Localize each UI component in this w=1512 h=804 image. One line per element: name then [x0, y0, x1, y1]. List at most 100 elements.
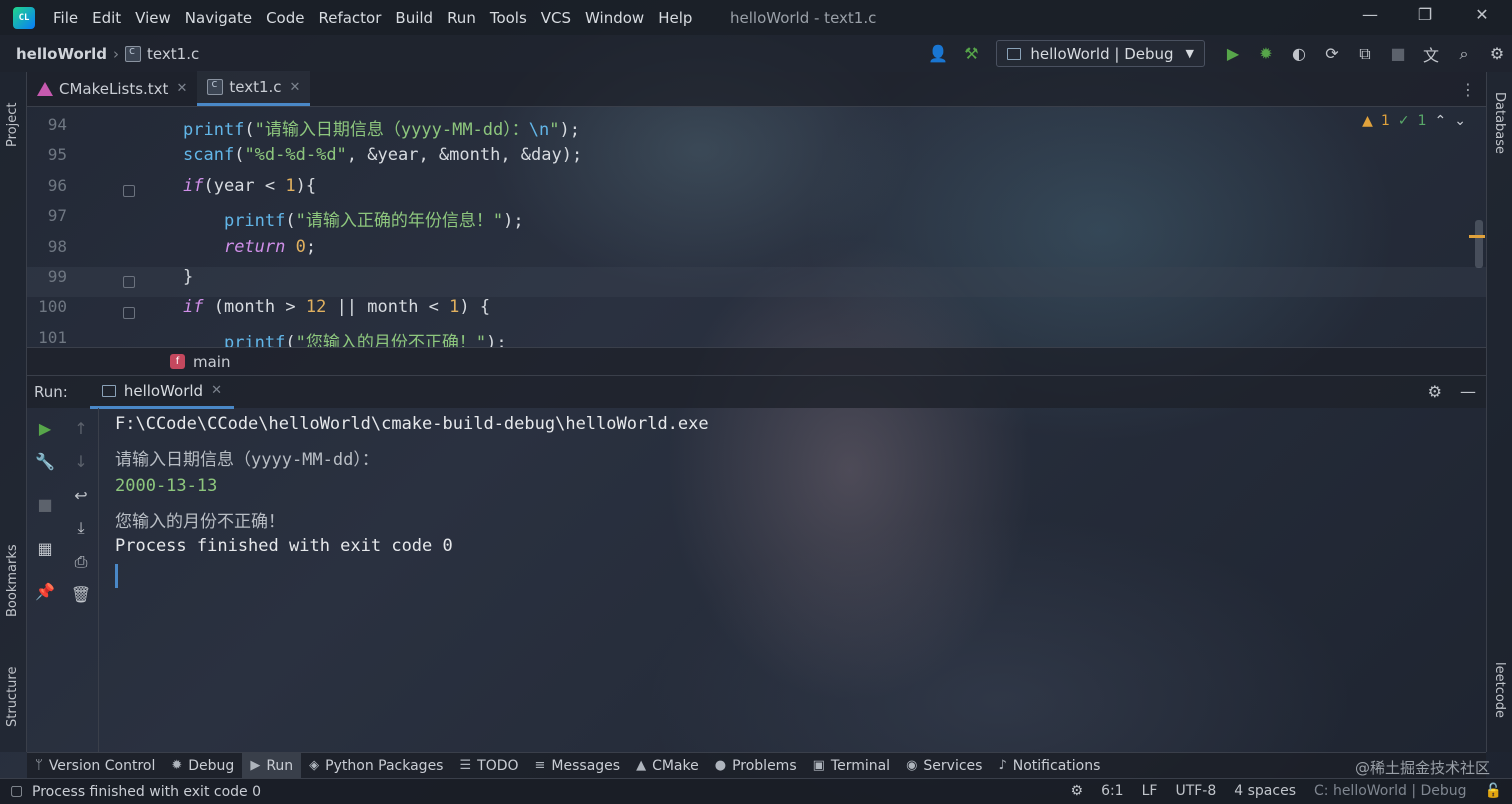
caret-position[interactable]: 6:1: [1101, 783, 1124, 799]
side-tab-database[interactable]: Database: [1492, 92, 1507, 154]
run-console[interactable]: F:\CCode\CCode\helloWorld\cmake-build-de…: [115, 408, 1485, 752]
code-token: if: [183, 297, 204, 318]
fold-marker-icon[interactable]: [123, 307, 135, 319]
run-configuration-select[interactable]: helloWorld | Debug ▼: [996, 40, 1205, 67]
chevron-down-icon[interactable]: ⌄: [1454, 113, 1466, 129]
tool-terminal[interactable]: ▣ Terminal: [805, 753, 898, 779]
tool-version-control[interactable]: ᛘ Version Control: [27, 753, 163, 779]
arrow-up-icon[interactable]: ↑: [71, 418, 91, 438]
line-number: 98: [47, 236, 67, 256]
scroll-to-end-icon[interactable]: ⤓: [71, 518, 91, 538]
toggle-panels-icon[interactable]: ▢: [10, 783, 23, 799]
breadcrumb-function[interactable]: main: [193, 353, 230, 371]
menu-file[interactable]: File: [53, 9, 78, 27]
side-tab-project[interactable]: Project: [5, 103, 20, 147]
tool-services[interactable]: ◉ Services: [898, 753, 990, 779]
side-tab-leetcode[interactable]: leetcode: [1492, 662, 1507, 718]
settings-gear-icon[interactable]: ⚙: [1428, 382, 1442, 401]
breadcrumb-file[interactable]: text1.c: [147, 45, 199, 63]
wrench-icon[interactable]: 🔧: [35, 451, 55, 471]
menu-navigate[interactable]: Navigate: [185, 9, 252, 27]
indent-setting[interactable]: 4 spaces: [1234, 783, 1296, 799]
user-icon[interactable]: 👤: [923, 39, 953, 69]
tab-text1-c[interactable]: text1.c ✕: [197, 71, 311, 106]
close-icon[interactable]: ✕: [290, 80, 301, 95]
menu-help[interactable]: Help: [658, 9, 692, 27]
translate-icon[interactable]: 文: [1416, 39, 1446, 69]
code-editor[interactable]: 94 95 96 97 98 99 100 101 printf("请输入日期信息（yyyy-M…: [27, 107, 1486, 347]
menu-edit[interactable]: Edit: [92, 9, 121, 27]
tool-run[interactable]: ▶ Run: [242, 752, 302, 779]
settings-gear-icon[interactable]: ⚙: [1482, 39, 1512, 69]
tab-cmakelists[interactable]: CMakeLists.txt ✕: [27, 71, 197, 106]
watermark-text: @稀土掘金技术社区: [1354, 759, 1490, 777]
restore-icon[interactable]: ❐: [1405, 5, 1445, 29]
tool-debug[interactable]: ✹ Debug: [163, 753, 242, 779]
side-tab-bookmarks[interactable]: Bookmarks: [5, 544, 20, 617]
arrow-down-icon[interactable]: ↓: [71, 451, 91, 471]
problems-icon: ●: [714, 758, 727, 773]
editor-scrollbar[interactable]: [1475, 220, 1483, 268]
side-tab-structure[interactable]: Structure: [5, 667, 20, 727]
code-token: 1: [449, 297, 460, 318]
debug-icon[interactable]: ✹: [1251, 39, 1281, 69]
stop-icon[interactable]: ■: [35, 494, 55, 514]
build-hammer-icon[interactable]: ⚒: [956, 39, 986, 69]
close-icon[interactable]: ✕: [211, 383, 222, 398]
warning-stripe-marker[interactable]: [1469, 235, 1485, 238]
trash-icon[interactable]: 🗑: [71, 584, 91, 604]
profile-icon[interactable]: ⟳: [1317, 39, 1347, 69]
more-options-icon[interactable]: ⋮: [1460, 80, 1476, 99]
menu-code[interactable]: Code: [266, 9, 304, 27]
console-line: 2000-13-13: [115, 476, 218, 496]
tool-cmake[interactable]: ▲ CMake: [628, 753, 707, 779]
code-token: 1: [285, 175, 296, 196]
run-icon[interactable]: ▶: [1218, 39, 1248, 69]
console-line: 请输入日期信息（yyyy-MM-dd）：: [115, 450, 379, 470]
code-token: printf: [183, 120, 245, 140]
tool-todo[interactable]: ☰ TODO: [451, 753, 526, 779]
fold-marker-icon[interactable]: [123, 185, 135, 197]
menu-window[interactable]: Window: [585, 9, 644, 27]
status-message[interactable]: Process finished with exit code 0: [32, 784, 261, 800]
lock-icon[interactable]: 🔓: [1485, 783, 1502, 799]
hide-panel-icon[interactable]: —: [1460, 382, 1476, 401]
menu-run[interactable]: Run: [447, 9, 476, 27]
minimize-icon[interactable]: —: [1350, 5, 1390, 29]
coverage-icon[interactable]: ◐: [1284, 39, 1314, 69]
stop-icon[interactable]: ■: [1383, 39, 1413, 69]
rerun-icon[interactable]: ▶: [35, 418, 55, 438]
print-icon[interactable]: ⎙: [71, 552, 91, 572]
resolve-context[interactable]: C: helloWorld | Debug: [1314, 783, 1467, 799]
layout-icon[interactable]: ▦: [35, 538, 55, 558]
tool-notifications[interactable]: ♪ Notifications: [990, 753, 1108, 779]
pin-icon[interactable]: 📌: [35, 581, 55, 601]
fold-marker-icon[interactable]: [123, 276, 135, 288]
run-tab-helloworld[interactable]: helloWorld ✕: [89, 376, 234, 409]
run-toolbar-secondary: ↑ ↓ ↩ ⤓ ⎙ 🗑: [63, 408, 99, 752]
tool-problems[interactable]: ● Problems: [707, 753, 805, 779]
chevron-up-icon[interactable]: ⌃: [1435, 113, 1447, 129]
tool-messages[interactable]: ≡ Messages: [527, 753, 629, 779]
bell-icon: ♪: [998, 758, 1007, 773]
search-icon[interactable]: ⌕: [1449, 39, 1479, 69]
menu-refactor[interactable]: Refactor: [318, 9, 381, 27]
soft-wrap-icon[interactable]: ↩: [71, 485, 91, 505]
file-encoding[interactable]: UTF-8: [1175, 783, 1216, 799]
tool-python-packages[interactable]: ◈ Python Packages: [301, 753, 451, 779]
menu-tools[interactable]: Tools: [490, 9, 527, 27]
line-separator[interactable]: LF: [1142, 783, 1158, 799]
breadcrumb-project[interactable]: helloWorld: [16, 45, 107, 63]
attach-icon[interactable]: ⧉: [1350, 39, 1380, 69]
inspection-widget[interactable]: ▲ 1 ✓ 1 ⌃ ⌄: [1362, 113, 1466, 129]
menu-build[interactable]: Build: [395, 9, 433, 27]
navigation-bar: helloWorld › text1.c 👤 ⚒ helloWorld | De…: [0, 35, 1512, 72]
menu-vcs[interactable]: VCS: [541, 9, 571, 27]
close-icon[interactable]: ✕: [176, 81, 187, 96]
menu-view[interactable]: View: [135, 9, 171, 27]
background-tasks-icon[interactable]: ⚙: [1071, 783, 1084, 799]
run-tab-label: helloWorld: [123, 381, 204, 400]
close-window-icon[interactable]: ✕: [1462, 5, 1502, 29]
